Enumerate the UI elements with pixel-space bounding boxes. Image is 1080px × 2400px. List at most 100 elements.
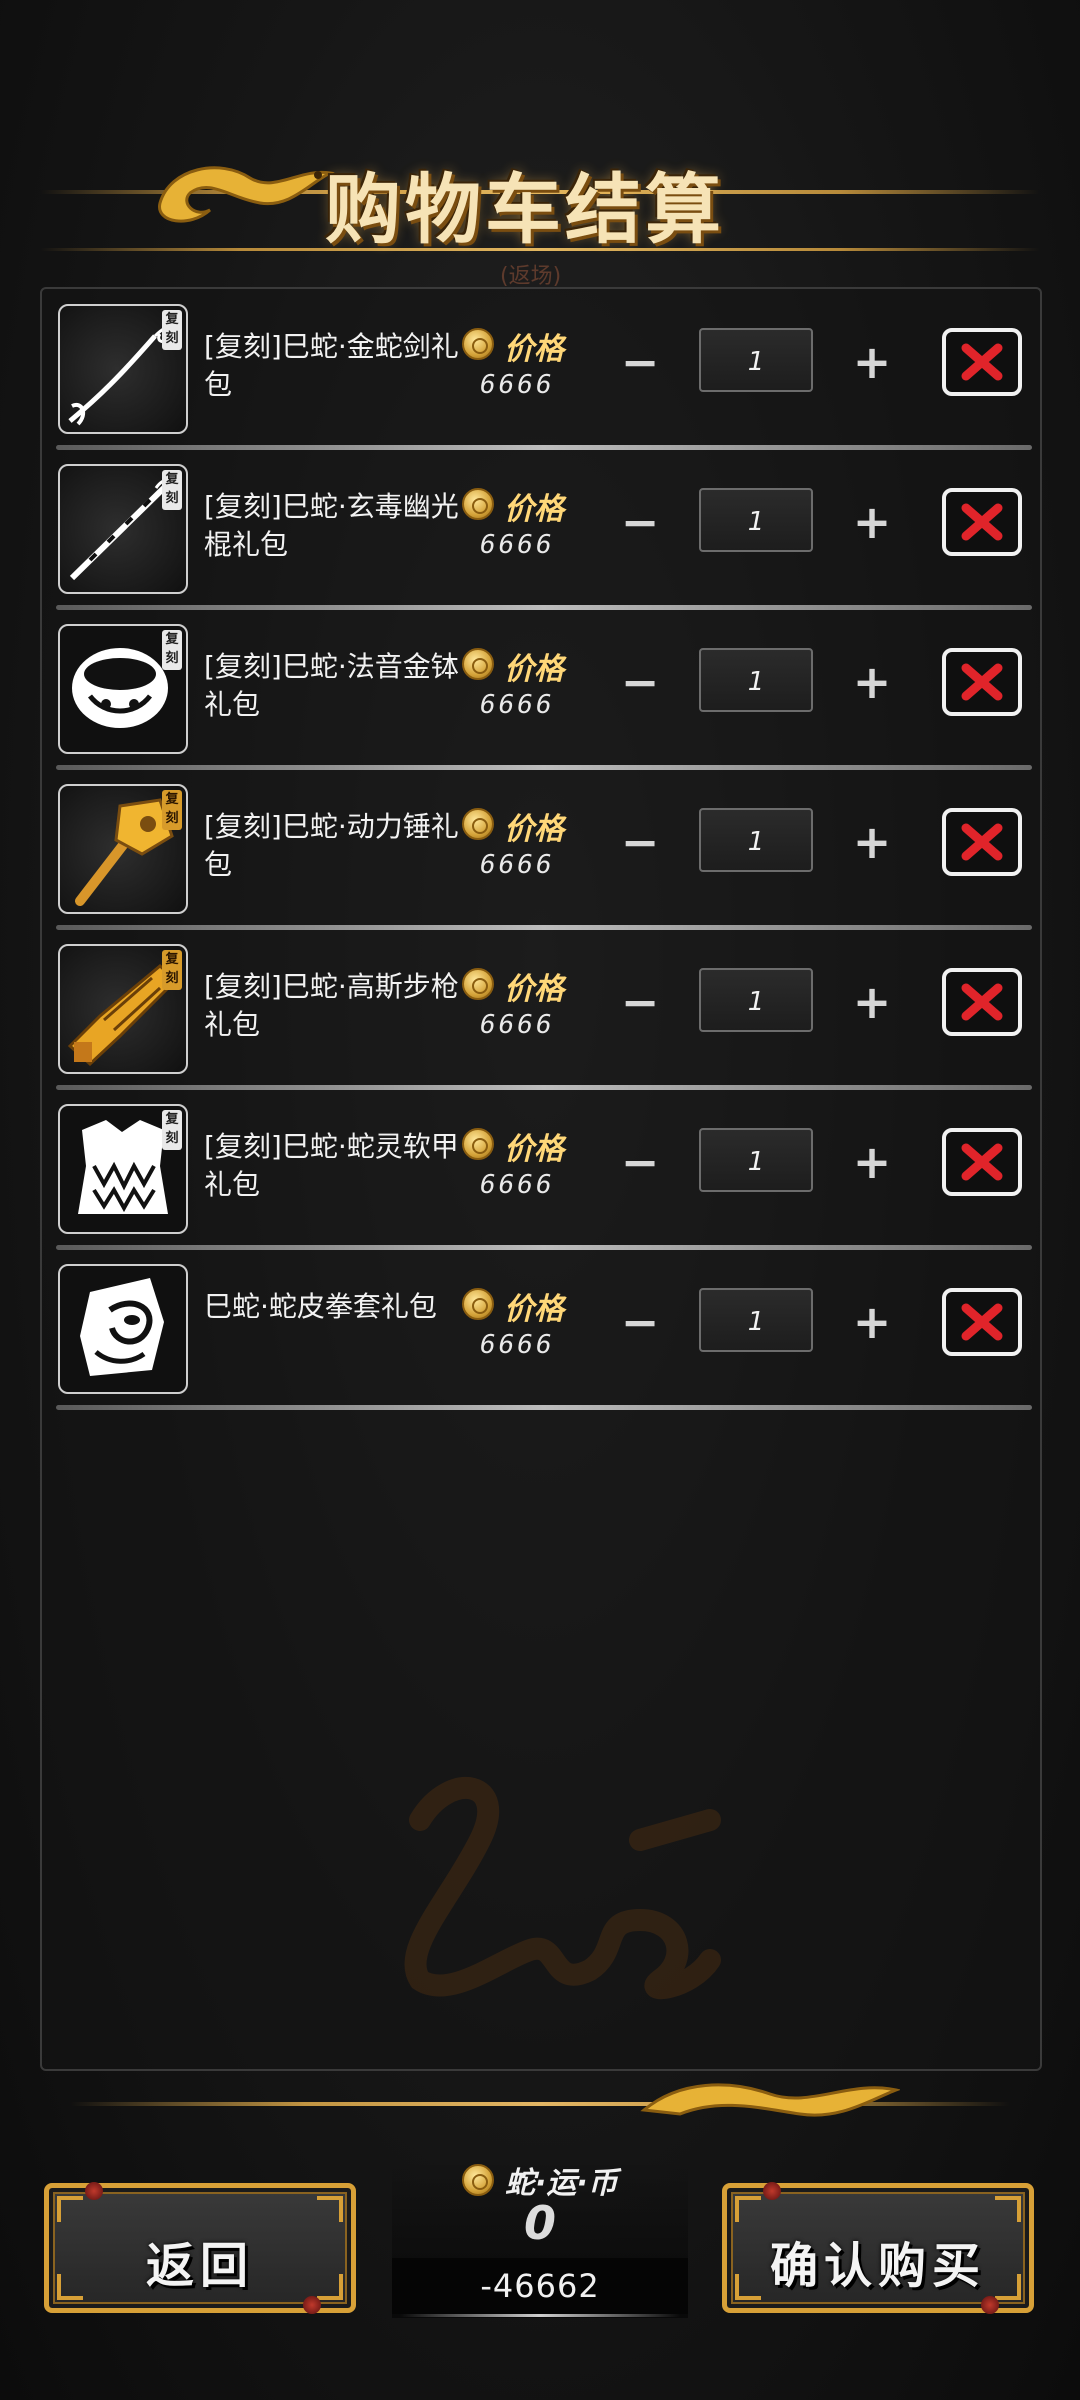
price-label: 价格 — [504, 812, 564, 847]
currency-balance: 0 — [523, 2196, 556, 2250]
decrease-quantity-button[interactable]: − — [612, 974, 668, 1030]
header-subtitle: (返场) — [500, 264, 562, 289]
close-icon — [961, 983, 1003, 1021]
golden-snake-icon — [158, 166, 335, 223]
remove-item-button[interactable] — [942, 328, 1022, 396]
item-name: [复刻]巳蛇·蛇灵软甲礼包 — [204, 1130, 459, 1201]
item-thumbnail: 复刻 — [58, 784, 188, 914]
reprint-badge: 复刻 — [162, 470, 182, 510]
row-divider — [56, 1405, 1032, 1410]
golden-snake-icon — [640, 2083, 900, 2117]
close-icon — [961, 503, 1003, 541]
confirm-purchase-button[interactable]: 确认购买 — [722, 2182, 1034, 2314]
price-label: 价格 — [504, 1132, 564, 1167]
price-label: 价格 — [504, 492, 564, 527]
reprint-badge: 复刻 — [162, 790, 182, 830]
snakeskin-gloves-icon — [80, 1278, 164, 1376]
increase-quantity-button[interactable]: + — [844, 1134, 900, 1190]
cart-item: 复刻 [复刻]巳蛇·法音金钵礼包 价格 6666 − 1 + — [56, 610, 1032, 770]
quantity-field[interactable]: 1 — [699, 968, 813, 1032]
close-icon — [961, 1143, 1003, 1181]
price-label: 价格 — [504, 1292, 564, 1327]
item-price: 6666 — [480, 850, 555, 880]
confirm-button-label: 确认购买 — [769, 2238, 986, 2294]
increase-quantity-button[interactable]: + — [844, 654, 900, 710]
close-icon — [961, 343, 1003, 381]
cart-item: 复刻 [复刻]巳蛇·动力锤礼包 价格 6666 − 1 + — [56, 770, 1032, 930]
increase-quantity-button[interactable]: + — [844, 334, 900, 390]
cart-item: 复刻 [复刻]巳蛇·玄毒幽光棍礼包 价格 6666 − 1 + — [56, 450, 1032, 610]
increase-quantity-button[interactable]: + — [844, 494, 900, 550]
item-price: 6666 — [480, 370, 555, 400]
increase-quantity-button[interactable]: + — [844, 1294, 900, 1350]
plum-blossom-icon — [763, 2182, 781, 2200]
quantity-field[interactable]: 1 — [699, 328, 813, 392]
frame-corner — [995, 2196, 1021, 2222]
cart-total: -46662 — [392, 2258, 688, 2314]
plum-blossom-icon — [303, 2296, 321, 2314]
quantity-field[interactable]: 1 — [699, 1288, 813, 1352]
item-name: [复刻]巳蛇·高斯步枪礼包 — [204, 970, 459, 1041]
remove-item-button[interactable] — [942, 1288, 1022, 1356]
item-name: [复刻]巳蛇·法音金钵礼包 — [204, 650, 459, 721]
increase-quantity-button[interactable]: + — [844, 974, 900, 1030]
coin-icon — [462, 1288, 494, 1320]
coin-icon — [462, 648, 494, 680]
price-label: 价格 — [504, 332, 564, 367]
plum-blossom-icon — [981, 2296, 999, 2314]
back-button[interactable]: 返回 — [44, 2182, 356, 2314]
back-button-label: 返回 — [145, 2238, 254, 2294]
remove-item-button[interactable] — [942, 808, 1022, 876]
item-price: 6666 — [480, 1330, 555, 1360]
quantity-field[interactable]: 1 — [699, 648, 813, 712]
frame-corner — [735, 2196, 761, 2222]
reprint-badge: 复刻 — [162, 1110, 182, 1150]
item-thumbnail: 复刻 — [58, 1104, 188, 1234]
item-price: 6666 — [480, 1170, 555, 1200]
item-name: [复刻]巳蛇·动力锤礼包 — [204, 810, 459, 881]
item-name: [复刻]巳蛇·金蛇剑礼包 — [204, 330, 459, 401]
item-name: 巳蛇·蛇皮拳套礼包 — [204, 1290, 437, 1323]
item-price: 6666 — [480, 530, 555, 560]
decrease-quantity-button[interactable]: − — [612, 814, 668, 870]
close-icon — [961, 663, 1003, 701]
remove-item-button[interactable] — [942, 968, 1022, 1036]
item-thumbnail: 复刻 — [58, 944, 188, 1074]
price-label: 价格 — [504, 972, 564, 1007]
decrease-quantity-button[interactable]: − — [612, 334, 668, 390]
item-name: [复刻]巳蛇·玄毒幽光棍礼包 — [204, 490, 459, 561]
item-price: 6666 — [480, 1010, 555, 1040]
close-icon — [961, 823, 1003, 861]
page-title: 购物车结算 — [325, 165, 725, 254]
quantity-field[interactable]: 1 — [699, 808, 813, 872]
coin-icon — [462, 488, 494, 520]
currency-underline — [400, 2314, 680, 2317]
decrease-quantity-button[interactable]: − — [612, 1134, 668, 1190]
coin-icon — [462, 808, 494, 840]
quantity-field[interactable]: 1 — [699, 488, 813, 552]
frame-corner — [57, 2196, 83, 2222]
cart-item: 复刻 [复刻]巳蛇·蛇灵软甲礼包 价格 6666 − 1 + — [56, 1090, 1032, 1250]
header-divider-bottom — [40, 248, 1040, 251]
item-thumbnail — [58, 1264, 188, 1394]
price-label: 价格 — [504, 652, 564, 687]
reprint-badge: 复刻 — [162, 950, 182, 990]
increase-quantity-button[interactable]: + — [844, 814, 900, 870]
remove-item-button[interactable] — [942, 488, 1022, 556]
close-icon — [961, 1303, 1003, 1341]
item-thumbnail: 复刻 — [58, 464, 188, 594]
decrease-quantity-button[interactable]: − — [612, 1294, 668, 1350]
cart-item: 复刻 [复刻]巳蛇·金蛇剑礼包 价格 6666 − 1 + — [56, 290, 1032, 450]
remove-item-button[interactable] — [942, 1128, 1022, 1196]
coin-icon — [462, 2164, 494, 2196]
decrease-quantity-button[interactable]: − — [612, 494, 668, 550]
quantity-field[interactable]: 1 — [699, 1128, 813, 1192]
plum-blossom-icon — [85, 2182, 103, 2200]
item-thumbnail: 复刻 — [58, 304, 188, 434]
remove-item-button[interactable] — [942, 648, 1022, 716]
reprint-badge: 复刻 — [162, 630, 182, 670]
decrease-quantity-button[interactable]: − — [612, 654, 668, 710]
year-2025-watermark-icon — [404, 1777, 721, 2000]
reprint-badge: 复刻 — [162, 310, 182, 350]
coin-icon — [462, 968, 494, 1000]
